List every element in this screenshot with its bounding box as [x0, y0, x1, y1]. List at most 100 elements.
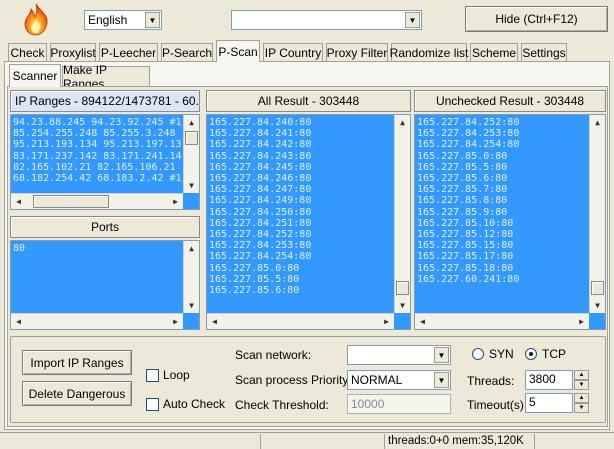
list-item[interactable]: 165.227.85.5:80: [209, 274, 311, 285]
spin-up-icon[interactable]: ▲: [574, 370, 589, 380]
import-ip-ranges-button[interactable]: Import IP Ranges: [22, 350, 132, 375]
spin-down-icon[interactable]: ▼: [574, 403, 589, 413]
unchecked-result-list[interactable]: 165.227.84.252:80 165.227.84.253:80 165.22…: [414, 114, 606, 330]
chevron-down-icon[interactable]: ▼: [145, 12, 160, 28]
list-item[interactable]: 165.227.84.249:80: [209, 195, 311, 206]
delete-dangerous-button[interactable]: Delete Dangerous: [22, 381, 132, 406]
list-item[interactable]: 82.165.102.21 82.165.106.21: [13, 162, 182, 173]
subtab-make-ip-ranges[interactable]: Make IP Ranges: [62, 63, 150, 91]
scroll-thumb[interactable]: [396, 281, 409, 295]
ports-hscroll[interactable]: ◀ ▶: [11, 313, 183, 329]
tab-proxylist[interactable]: Proxylist: [50, 43, 96, 62]
loop-checkbox[interactable]: [146, 369, 159, 382]
profile-select[interactable]: ▼: [231, 10, 422, 30]
ports-vscroll[interactable]: ▲ ▼: [183, 241, 199, 313]
tab-scheme[interactable]: Scheme: [470, 43, 518, 62]
list-item[interactable]: 165.227.85.10:80: [417, 218, 519, 229]
all-result-list[interactable]: 165.227.84.240:80 165.227.84.241:80 165.22…: [206, 114, 411, 330]
all-result-vscroll[interactable]: ▲ ▼: [394, 115, 410, 313]
list-item[interactable]: 165.227.84.247:80: [209, 184, 311, 195]
scroll-left-icon[interactable]: ◀: [207, 314, 222, 329]
threads-input[interactable]: 3800: [525, 370, 573, 390]
scroll-down-icon[interactable]: ▼: [184, 178, 199, 193]
list-item[interactable]: 68.182.254.42 68.183.2.42 #1: [13, 173, 182, 184]
priority-select[interactable]: NORMAL ▼: [347, 370, 451, 390]
tab-p-scan[interactable]: P-Scan: [216, 40, 260, 62]
tcp-radio[interactable]: [525, 348, 537, 360]
auto-check-checkbox[interactable]: [146, 398, 159, 411]
subtab-scanner[interactable]: Scanner: [9, 64, 61, 87]
scroll-thumb[interactable]: [591, 281, 604, 295]
scroll-down-icon[interactable]: ▼: [395, 298, 410, 313]
threads-stepper[interactable]: 3800 ▲ ▼: [525, 370, 589, 390]
list-item[interactable]: 165.227.84.242:80: [209, 139, 311, 150]
list-item[interactable]: 165.227.84.246:80: [209, 173, 311, 184]
scroll-right-icon[interactable]: ▶: [168, 314, 183, 329]
scroll-up-icon[interactable]: ▲: [590, 115, 605, 130]
chevron-down-icon[interactable]: ▼: [434, 372, 449, 388]
scroll-up-icon[interactable]: ▲: [184, 115, 199, 130]
scroll-left-icon[interactable]: ◀: [415, 314, 430, 329]
scroll-down-icon[interactable]: ▼: [590, 298, 605, 313]
list-item[interactable]: 165.227.85.5:80: [417, 162, 519, 173]
tab-proxy-filter[interactable]: Proxy Filter: [326, 43, 388, 62]
tab-randomize-list[interactable]: Randomize list: [390, 43, 468, 62]
all-result-hscroll[interactable]: ◀ ▶: [207, 313, 394, 329]
scroll-thumb[interactable]: III: [33, 195, 109, 208]
unchecked-result-vscroll[interactable]: ▲ ▼: [589, 115, 605, 313]
language-select[interactable]: English ▼: [84, 10, 162, 30]
list-item[interactable]: 165.227.84.250:80: [209, 207, 311, 218]
threshold-input[interactable]: 10000: [347, 394, 451, 414]
ip-ranges-vscroll[interactable]: ▲ ▼: [183, 115, 199, 193]
spin-up-icon[interactable]: ▲: [574, 393, 589, 403]
hide-button[interactable]: Hide (Ctrl+F12): [465, 6, 608, 32]
ip-ranges-list[interactable]: 94.23.88.245 94.23.92.245 #1 85.254.255.2…: [10, 114, 200, 210]
scroll-thumb[interactable]: [185, 131, 198, 145]
scroll-down-icon[interactable]: ▼: [184, 298, 199, 313]
list-item[interactable]: 165.227.85.15:80: [417, 240, 519, 251]
list-item[interactable]: 165.227.84.253:80: [417, 128, 519, 139]
list-item[interactable]: 165.227.84.254:80: [209, 251, 311, 262]
list-item[interactable]: 165.227.84.252:80: [209, 229, 311, 240]
tab-p-search[interactable]: P-Search: [161, 43, 213, 62]
chevron-down-icon[interactable]: ▼: [405, 12, 420, 28]
list-item[interactable]: 165.227.60.241:80: [417, 274, 519, 285]
list-item[interactable]: 165.227.84.243:80: [209, 151, 311, 162]
timeout-stepper[interactable]: 5 ▲ ▼: [525, 393, 589, 413]
syn-radio[interactable]: [472, 348, 484, 360]
list-item[interactable]: 165.227.84.253:80: [209, 240, 311, 251]
list-item[interactable]: 165.227.85.7:80: [417, 184, 519, 195]
list-item[interactable]: 165.227.84.240:80: [209, 117, 311, 128]
scan-network-select[interactable]: ▼: [347, 345, 451, 365]
spin-down-icon[interactable]: ▼: [574, 380, 589, 390]
tab-settings[interactable]: Settings: [521, 43, 567, 62]
list-item[interactable]: 83.171.237.142 83.171.241.14: [13, 151, 182, 162]
list-item[interactable]: 165.227.84.245:80: [209, 162, 311, 173]
list-item[interactable]: 165.227.85.6:80: [417, 173, 519, 184]
list-item[interactable]: 165.227.85.17:80: [417, 251, 519, 262]
scroll-right-icon[interactable]: ▶: [379, 314, 394, 329]
list-item[interactable]: 165.227.85.0:80: [209, 263, 311, 274]
list-item[interactable]: 165.227.85.18:80: [417, 263, 519, 274]
timeout-input[interactable]: 5: [525, 393, 573, 413]
list-item[interactable]: 165.227.84.254:80: [417, 139, 519, 150]
scroll-up-icon[interactable]: ▲: [395, 115, 410, 130]
list-item[interactable]: 165.227.84.251:80: [209, 218, 311, 229]
scroll-up-icon[interactable]: ▲: [184, 241, 199, 256]
ip-ranges-hscroll[interactable]: ◀ III ▶: [11, 193, 183, 209]
ports-list[interactable]: 80 ▲ ▼ ◀ ▶: [10, 240, 200, 330]
tab-check[interactable]: Check: [8, 43, 47, 62]
scroll-left-icon[interactable]: ◀: [11, 314, 26, 329]
tab-ip-country[interactable]: IP Country: [263, 43, 323, 62]
unchecked-result-hscroll[interactable]: ◀ ▶: [415, 313, 589, 329]
list-item[interactable]: 165.227.85.9:80: [417, 207, 519, 218]
scroll-right-icon[interactable]: ▶: [168, 194, 183, 209]
list-item[interactable]: 165.227.84.241:80: [209, 128, 311, 139]
scroll-left-icon[interactable]: ◀: [11, 194, 26, 209]
list-item[interactable]: 165.227.85.0:80: [417, 151, 519, 162]
list-item[interactable]: 165.227.84.252:80: [417, 117, 519, 128]
list-item[interactable]: 80: [13, 243, 25, 254]
list-item[interactable]: 165.227.85.12:80: [417, 229, 519, 240]
scroll-right-icon[interactable]: ▶: [574, 314, 589, 329]
list-item[interactable]: 94.23.88.245 94.23.92.245 #1: [13, 117, 182, 128]
